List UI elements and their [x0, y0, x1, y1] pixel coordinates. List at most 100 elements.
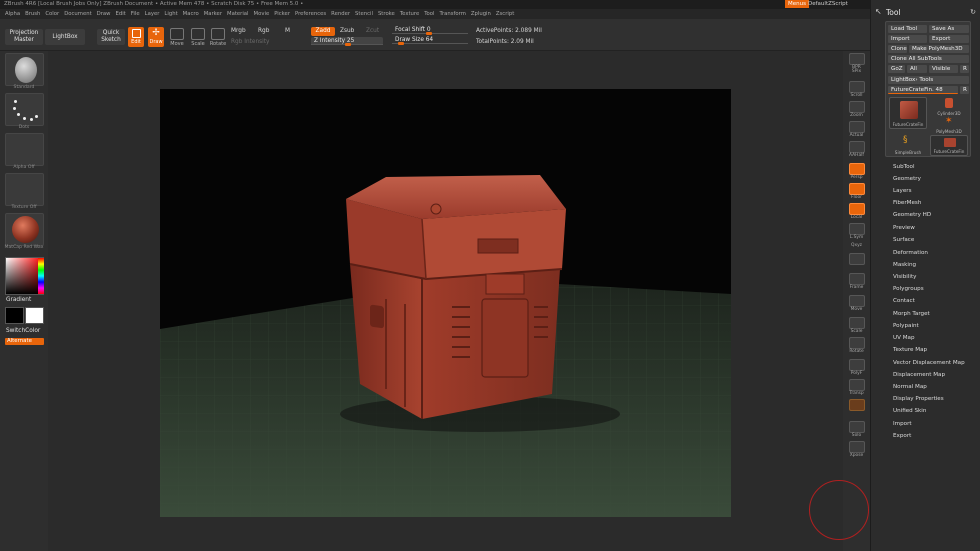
- menu-draw[interactable]: Draw: [97, 11, 111, 17]
- all-button[interactable]: All: [907, 65, 927, 73]
- menu-macro[interactable]: Macro: [183, 11, 199, 17]
- move-view-button[interactable]: Move: [846, 295, 867, 312]
- menu-movie[interactable]: Movie: [254, 11, 270, 17]
- preview-menu[interactable]: Preview: [893, 225, 915, 231]
- export-button[interactable]: Export: [929, 35, 969, 43]
- tool-thumb-simplebrush[interactable]: § SimpleBrush: [889, 135, 927, 156]
- edit-mode-button[interactable]: Edit: [128, 27, 144, 47]
- material-thumbnail[interactable]: [5, 213, 44, 246]
- draw-size-slider[interactable]: Draw Size 64: [392, 36, 468, 45]
- menu-zscript[interactable]: Zscript: [496, 11, 514, 17]
- visibility-menu[interactable]: Visibility: [893, 274, 916, 280]
- lsym-button[interactable]: L.Sym: [846, 223, 867, 240]
- mrgb-button[interactable]: Mrgb: [231, 28, 246, 34]
- masking-menu[interactable]: Masking: [893, 262, 916, 268]
- zadd-button[interactable]: Zadd: [311, 27, 335, 36]
- focal-shift-knob[interactable]: [426, 32, 432, 35]
- display-properties-menu[interactable]: Display Properties: [893, 396, 944, 402]
- floor-button[interactable]: Floor: [846, 183, 867, 200]
- menu-stroke[interactable]: Stroke: [378, 11, 395, 17]
- uv-map-menu[interactable]: UV Map: [893, 335, 915, 341]
- menu-alpha[interactable]: Alpha: [5, 11, 20, 17]
- menu-layer[interactable]: Layer: [145, 11, 160, 17]
- tool-thumb-futurecrate-2[interactable]: FutureCrateFin: [930, 135, 968, 156]
- tool-thumb-cylinder3d[interactable]: Cylinder3D: [930, 97, 968, 117]
- import-menu[interactable]: Import: [893, 421, 912, 427]
- color-picker[interactable]: [5, 257, 44, 295]
- menu-texture[interactable]: Texture: [400, 11, 419, 17]
- actual-button[interactable]: Actual: [846, 121, 867, 138]
- m-button[interactable]: M: [285, 28, 290, 34]
- lightbox-button[interactable]: LightBox: [45, 29, 85, 45]
- spix-slider[interactable]: SPix: [846, 69, 867, 74]
- menu-zplugin[interactable]: Zplugin: [471, 11, 491, 17]
- unified-skin-menu[interactable]: Unified Skin: [893, 408, 926, 414]
- rgb-button[interactable]: Rgb: [258, 28, 269, 34]
- focal-shift-slider[interactable]: Focal Shift 0: [392, 26, 468, 35]
- current-tool-slider[interactable]: FutureCrateFin. 48: [888, 86, 958, 94]
- polyf-button[interactable]: PolyF: [846, 359, 867, 376]
- r-button[interactable]: R: [960, 65, 969, 73]
- polygroups-menu[interactable]: Polygroups: [893, 286, 924, 292]
- menu-preferences[interactable]: Preferences: [295, 11, 326, 17]
- menu-brush[interactable]: Brush: [25, 11, 40, 17]
- menu-material[interactable]: Material: [227, 11, 249, 17]
- fibermesh-menu[interactable]: FiberMesh: [893, 200, 921, 206]
- tool-thumb-polymesh3d[interactable]: ✶ PolyMesh3D: [930, 117, 968, 135]
- scale-view-button[interactable]: Scale: [846, 317, 867, 334]
- geometry-hd-menu[interactable]: Geometry HD: [893, 212, 931, 218]
- load-tool-button[interactable]: Load Tool: [888, 25, 927, 33]
- zsub-button[interactable]: Zsub: [340, 28, 354, 34]
- import-button[interactable]: Import: [888, 35, 927, 43]
- qxyz-button[interactable]: Qxyz: [846, 243, 867, 248]
- z-intensity-knob[interactable]: [345, 43, 351, 46]
- aahalf-button[interactable]: AAHalf: [846, 141, 867, 158]
- zoom-button[interactable]: Zoom: [846, 101, 867, 118]
- menu-transform[interactable]: Transform: [440, 11, 466, 17]
- document-viewport[interactable]: [160, 89, 731, 517]
- brush-thumbnail[interactable]: [5, 53, 44, 86]
- menu-stencil[interactable]: Stencil: [355, 11, 373, 17]
- subtool-menu[interactable]: SubTool: [893, 164, 915, 170]
- scale-mode-button[interactable]: Scale: [189, 28, 207, 47]
- r-tool-button[interactable]: R: [960, 86, 969, 94]
- tool-thumb-futurecrate[interactable]: FutureCrateFin: [889, 97, 927, 129]
- geometry-menu[interactable]: Geometry: [893, 176, 921, 182]
- navigation-gizmo[interactable]: [809, 480, 869, 540]
- bpr-button[interactable]: BPR: [846, 53, 867, 70]
- primary-color-swatch[interactable]: [25, 307, 44, 324]
- gradient-toggle[interactable]: Gradient: [6, 297, 31, 303]
- menu-edit[interactable]: Edit: [116, 11, 126, 17]
- displacement-map-menu[interactable]: Displacement Map: [893, 372, 945, 378]
- make-polymesh-button[interactable]: Make PolyMesh3D: [909, 45, 969, 53]
- menu-render[interactable]: Render: [331, 11, 350, 17]
- layers-menu[interactable]: Layers: [893, 188, 912, 194]
- menu-file[interactable]: File: [131, 11, 140, 17]
- projection-master-button[interactable]: Projection Master: [5, 29, 43, 45]
- save-as-button[interactable]: Save As: [929, 25, 969, 33]
- pin-icon[interactable]: ↖: [875, 8, 883, 16]
- texture-map-menu[interactable]: Texture Map: [893, 347, 927, 353]
- lightbox-tools-button[interactable]: LightBox› Tools: [888, 76, 969, 84]
- clone-all-subtools-button[interactable]: Clone All SubTools: [888, 55, 969, 63]
- export-menu[interactable]: Export: [893, 433, 911, 439]
- alpha-thumbnail[interactable]: [5, 133, 44, 166]
- scroll-button[interactable]: Scroll: [846, 81, 867, 98]
- alternate-button[interactable]: Alternate: [5, 338, 44, 345]
- quick-sketch-button[interactable]: Quick Sketch: [97, 29, 125, 45]
- contact-menu[interactable]: Contact: [893, 298, 915, 304]
- draw-size-knob[interactable]: [398, 42, 404, 45]
- menu-color[interactable]: Color: [45, 11, 59, 17]
- axis-button[interactable]: [846, 253, 867, 265]
- menu-tool[interactable]: Tool: [424, 11, 434, 17]
- vector-displacement-map-menu[interactable]: Vector Displacement Map: [893, 360, 965, 366]
- rotate-view-button[interactable]: Rotate: [846, 337, 867, 354]
- draw-mode-button[interactable]: ✢ Draw: [148, 27, 164, 47]
- secondary-color-swatch[interactable]: [5, 307, 24, 324]
- texture-thumbnail[interactable]: [5, 173, 44, 206]
- frame-button[interactable]: Frame: [846, 273, 867, 290]
- z-intensity-slider[interactable]: Z Intensity 25: [311, 37, 383, 46]
- refresh-icon[interactable]: ↻: [970, 8, 976, 16]
- visible-button[interactable]: Visible: [929, 65, 958, 73]
- menu-document[interactable]: Document: [64, 11, 91, 17]
